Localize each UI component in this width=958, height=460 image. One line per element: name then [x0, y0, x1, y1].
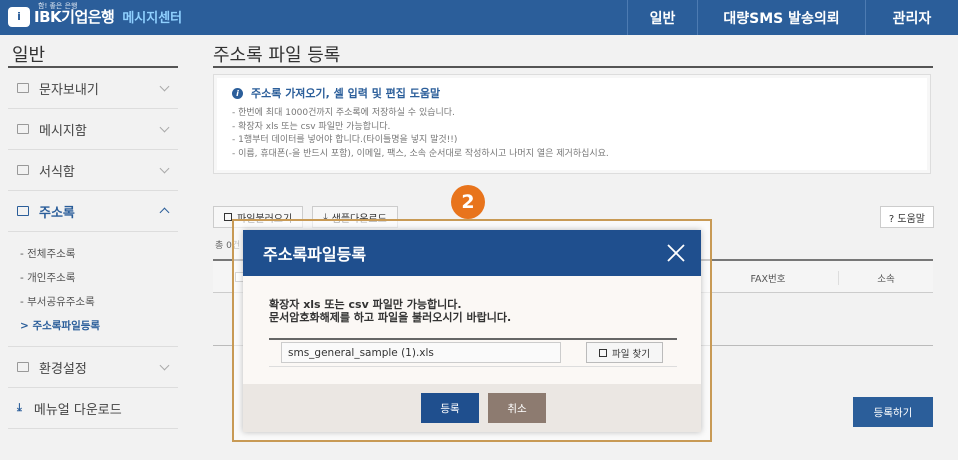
topnav-bulk-sms[interactable]: 대량SMS 발송의뢰	[697, 0, 865, 35]
logo-tagline: 함! 좋은 은행	[38, 2, 78, 10]
message-icon	[17, 83, 29, 93]
column-dept: 소속	[838, 271, 933, 285]
ibk-logo[interactable]: i 함! 좋은 은행 IBK기업은행 메시지센터	[8, 2, 183, 27]
sidebar-item-label: 메뉴얼 다운로드	[33, 402, 122, 418]
download-icon: ⤓	[17, 401, 22, 414]
help-button[interactable]: ? 도움말	[879, 206, 934, 228]
submenu-personal-contacts[interactable]: - 개인주소록	[20, 266, 178, 290]
help-line: - 1행부터 데이터를 넣어야 합니다.(타이틀명을 넣지 말것!!)	[232, 135, 458, 145]
dialog-body: 확장자 xls 또는 csv 파일만 가능합니다. 문서암호화해제를 하고 파일…	[243, 276, 701, 367]
dialog-message-1: 확장자 xls 또는 csv 파일만 가능합니다.	[269, 298, 462, 311]
help-title: i 주소록 가져오기, 셀 입력 및 편집 도움말	[232, 85, 912, 101]
logo-product: 메시지센터	[122, 11, 183, 26]
submenu-address-file-upload[interactable]: > 주소록파일등록	[20, 314, 178, 338]
sidebar-item-address-book[interactable]: 주소록	[8, 191, 178, 232]
sidebar-item-templates[interactable]: 서식함	[8, 150, 178, 191]
dialog-footer: 등록 취소	[243, 384, 701, 432]
close-icon[interactable]	[665, 242, 687, 264]
sidebar-item-label: 서식함	[39, 164, 75, 180]
page-title: 주소록 파일 등록	[213, 35, 933, 68]
ibk-logo-icon: i	[8, 6, 30, 27]
dialog-cancel-button[interactable]: 취소	[488, 393, 546, 423]
chevron-down-icon	[159, 163, 170, 174]
top-bar: i 함! 좋은 은행 IBK기업은행 메시지센터 일반 대량SMS 발송의뢰 관…	[0, 0, 958, 35]
help-line: - 이름, 휴대폰(-을 반드시 포함), 이메일, 팩스, 소속 순서대로 작…	[232, 148, 609, 159]
column-fax: FAX번호	[750, 274, 786, 285]
main-content: 주소록 파일 등록 i 주소록 가져오기, 셀 입력 및 편집 도움말 - 한번…	[213, 35, 934, 427]
topnav-admin[interactable]: 관리자	[865, 0, 958, 35]
chevron-up-icon	[159, 207, 170, 218]
sidebar-item-label: 주소록	[39, 205, 75, 221]
sidebar-item-send-message[interactable]: 문자보내기	[8, 68, 178, 109]
find-file-label: 파일 찾기	[612, 348, 650, 360]
sidebar-item-label: 메시지함	[39, 123, 87, 139]
top-nav: 일반 대량SMS 발송의뢰 관리자	[627, 0, 958, 35]
file-path-field[interactable]: sms_general_sample (1).xls	[281, 342, 561, 363]
info-icon: i	[232, 87, 243, 99]
submenu-dept-shared-contacts[interactable]: - 부서공유주소록	[20, 290, 178, 314]
settings-icon	[17, 362, 29, 372]
document-icon	[17, 124, 29, 134]
dialog-register-button[interactable]: 등록	[421, 393, 479, 423]
help-line: - 한번에 최대 1000건까지 주소록에 저장하실 수 있습니다.	[232, 108, 455, 118]
sidebar-item-label: 문자보내기	[39, 82, 99, 98]
chevron-down-icon	[159, 122, 170, 133]
sidebar-title: 일반	[8, 35, 178, 68]
document-icon	[17, 165, 29, 175]
submenu-all-contacts[interactable]: - 전체주소록	[20, 242, 178, 266]
topnav-general[interactable]: 일반	[627, 0, 697, 35]
sidebar-item-manual-download[interactable]: ⤓ 메뉴얼 다운로드	[8, 388, 178, 429]
sidebar-submenu: - 전체주소록 - 개인주소록 - 부서공유주소록 > 주소록파일등록	[8, 232, 178, 347]
help-box: i 주소록 가져오기, 셀 입력 및 편집 도움말 - 한번에 최대 1000건…	[213, 74, 931, 174]
dialog-title: 주소록파일등록	[263, 245, 367, 264]
sidebar-item-settings[interactable]: 환경설정	[8, 347, 178, 388]
help-line: - 확장자 xls 또는 csv 파일만 가능합니다.	[232, 121, 391, 132]
dialog-message-2: 문서암호화해제를 하고 파일을 불러오시기 바랍니다.	[269, 311, 512, 324]
sidebar-item-label: 환경설정	[39, 361, 87, 377]
chevron-down-icon	[159, 81, 170, 92]
chevron-down-icon	[159, 360, 170, 371]
step-number-badge: 2	[451, 185, 485, 219]
sidebar-item-message-box[interactable]: 메시지함	[8, 109, 178, 150]
file-select-row: sms_general_sample (1).xls 파일 찾기	[269, 340, 677, 367]
dialog-header: 주소록파일등록	[243, 230, 701, 276]
file-icon	[224, 213, 232, 221]
find-file-button[interactable]: 파일 찾기	[586, 342, 663, 363]
modal-highlight-frame: 주소록파일등록 확장자 xls 또는 csv 파일만 가능합니다. 문서암호화해…	[232, 219, 712, 442]
sidebar: 일반 문자보내기 메시지함 서식함 주소록 - 전체주소록 - 개인주소록 - …	[8, 35, 178, 460]
file-upload-dialog: 주소록파일등록 확장자 xls 또는 csv 파일만 가능합니다. 문서암호화해…	[243, 230, 701, 432]
file-icon	[599, 348, 607, 357]
address-book-icon	[17, 206, 29, 216]
register-button[interactable]: 등록하기	[853, 397, 933, 427]
help-title-text: 주소록 가져오기, 셀 입력 및 편집 도움말	[251, 87, 441, 100]
